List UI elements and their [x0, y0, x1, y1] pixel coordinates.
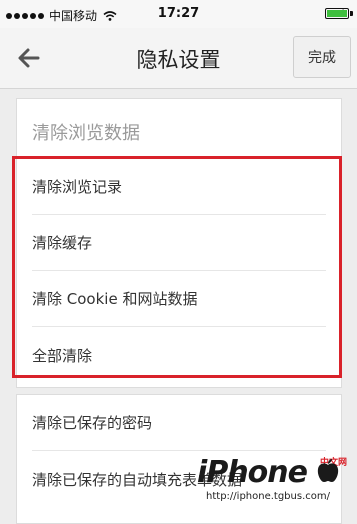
status-time: 17:27	[157, 6, 200, 21]
done-button[interactable]: 完成	[293, 36, 351, 78]
clear-browsing-data-card: 清除浏览数据 清除浏览记录 清除缓存 清除 Cookie 和网站数据 全部清除	[16, 98, 342, 388]
watermark: 中文网 iPhone http://iphone.tgbus.com/	[197, 455, 351, 504]
status-bar: 中国移动 17:27 ⚡	[0, 0, 357, 28]
watermark-brand: iPhone	[197, 455, 308, 490]
nav-bar: 隐私设置 完成	[0, 28, 357, 89]
clear-saved-passwords-item[interactable]: 清除已保存的密码	[32, 395, 326, 451]
back-arrow-icon[interactable]	[14, 44, 44, 72]
clear-cookies-item[interactable]: 清除 Cookie 和网站数据	[32, 271, 326, 327]
battery-cap	[350, 11, 353, 16]
battery-icon	[325, 8, 349, 19]
clear-history-item[interactable]: 清除浏览记录	[32, 159, 326, 215]
divider	[17, 157, 341, 158]
watermark-url: http://iphone.tgbus.com/	[203, 491, 333, 502]
clear-cache-item[interactable]: 清除缓存	[32, 215, 326, 271]
clear-all-item[interactable]: 全部清除	[32, 327, 326, 383]
apple-logo-icon	[317, 459, 339, 482]
section-header: 清除浏览数据	[32, 123, 140, 144]
